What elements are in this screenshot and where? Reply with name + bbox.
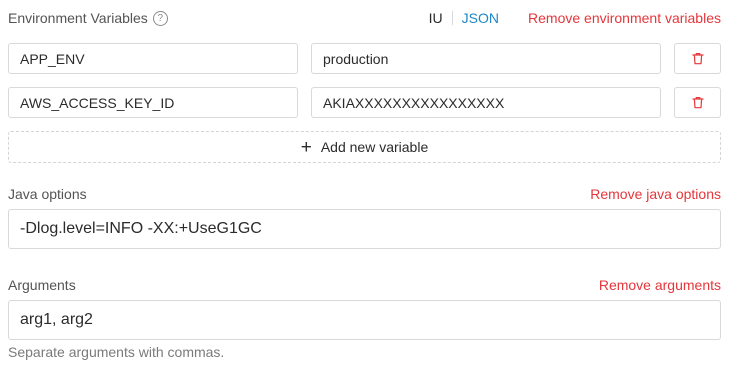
delete-variable-button[interactable]	[674, 87, 721, 118]
env-value-input[interactable]: production	[311, 43, 661, 74]
toggle-json-option[interactable]: JSON	[462, 10, 499, 26]
env-variable-row: APP_ENV production	[8, 43, 721, 74]
env-section-title-group: Environment Variables ?	[8, 10, 168, 26]
trash-icon	[691, 97, 704, 109]
view-toggle: IU JSON	[429, 10, 499, 26]
env-value-input[interactable]: AKIAXXXXXXXXXXXXXXXX	[311, 87, 661, 118]
arguments-input[interactable]: arg1, arg2	[8, 300, 721, 340]
env-key-input[interactable]: APP_ENV	[8, 43, 298, 74]
env-section-title: Environment Variables	[8, 10, 148, 26]
delete-variable-button[interactable]	[674, 43, 721, 74]
arguments-section-header: Arguments Remove arguments	[8, 275, 721, 295]
remove-java-options-link[interactable]: Remove java options	[590, 186, 721, 202]
environment-settings-panel: Environment Variables ? IU JSON Remove e…	[0, 0, 735, 369]
arguments-section-title: Arguments	[8, 277, 76, 293]
env-header-actions: IU JSON Remove environment variables	[429, 10, 721, 26]
plus-icon: +	[300, 136, 312, 158]
add-variable-button[interactable]: + Add new variable	[8, 131, 721, 163]
question-circle-icon[interactable]: ?	[152, 10, 168, 26]
java-options-input[interactable]: -Dlog.level=INFO -XX:+UseG1GC	[8, 209, 721, 249]
toggle-divider	[451, 11, 453, 25]
java-section-title: Java options	[8, 186, 87, 202]
env-variable-row: AWS_ACCESS_KEY_ID AKIAXXXXXXXXXXXXXXXX	[8, 87, 721, 118]
java-section-header: Java options Remove java options	[8, 184, 721, 204]
remove-env-variables-link[interactable]: Remove environment variables	[528, 10, 721, 26]
env-key-input[interactable]: AWS_ACCESS_KEY_ID	[8, 87, 298, 118]
toggle-ui-option[interactable]: IU	[429, 10, 443, 26]
add-variable-label: Add new variable	[320, 139, 429, 155]
trash-icon	[691, 53, 704, 65]
remove-arguments-link[interactable]: Remove arguments	[599, 277, 721, 293]
arguments-hint: Separate arguments with commas.	[8, 344, 225, 360]
env-section-header: Environment Variables ? IU JSON Remove e…	[8, 8, 721, 28]
